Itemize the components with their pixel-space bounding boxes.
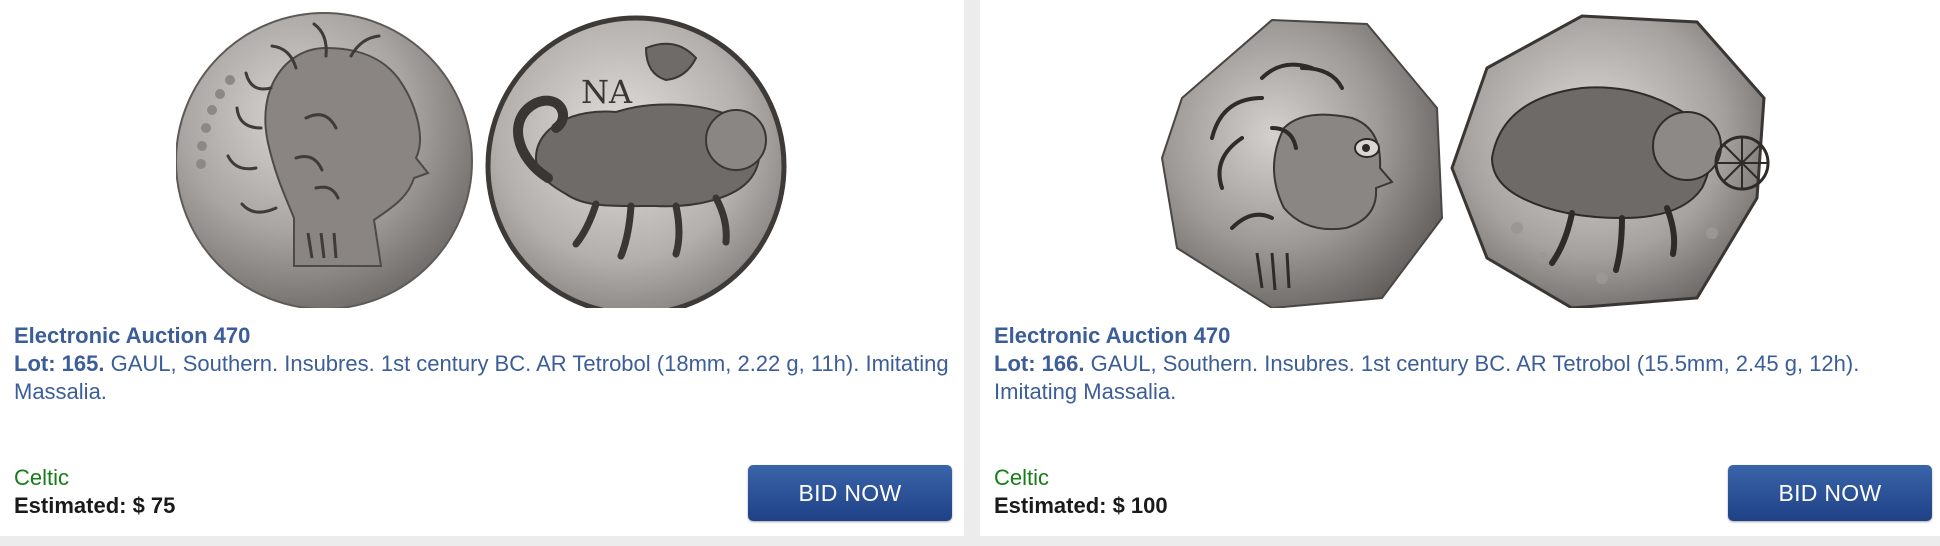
- bid-now-button[interactable]: BID NOW: [748, 465, 952, 521]
- lot-description[interactable]: Lot: 166. GAUL, Southern. Insubres. 1st …: [994, 350, 1934, 406]
- lot-card-165: ΝΑ Electronic Auction 470 Lot: 165. GAUL…: [0, 0, 964, 536]
- auction-title[interactable]: Electronic Auction 470: [14, 322, 250, 350]
- coin-image[interactable]: [1152, 8, 1772, 308]
- bid-now-button[interactable]: BID NOW: [1728, 465, 1932, 521]
- auction-title[interactable]: Electronic Auction 470: [994, 322, 1230, 350]
- lot-description[interactable]: Lot: 165. GAUL, Southern. Insubres. 1st …: [14, 350, 954, 406]
- coin-reverse: [1450, 14, 1770, 308]
- estimate-label: Estimated: $ 75: [14, 493, 176, 518]
- estimate-label: Estimated: $ 100: [994, 493, 1168, 518]
- lot-number: Lot: 165.: [14, 351, 105, 376]
- coin-obverse: [176, 12, 473, 308]
- lot-card-166: Electronic Auction 470 Lot: 166. GAUL, S…: [980, 0, 1940, 536]
- reverse-legend: ΝΑ: [581, 73, 633, 111]
- category-label: Celtic: [994, 465, 1050, 490]
- lot-text: GAUL, Southern. Insubres. 1st century BC…: [14, 351, 949, 404]
- lot-number: Lot: 166.: [994, 351, 1085, 376]
- coin-reverse: ΝΑ: [485, 15, 787, 308]
- lot-text: GAUL, Southern. Insubres. 1st century BC…: [994, 351, 1860, 404]
- coin-image[interactable]: ΝΑ: [176, 8, 792, 308]
- coin-obverse: [1160, 18, 1444, 308]
- category-label: Celtic: [14, 465, 70, 490]
